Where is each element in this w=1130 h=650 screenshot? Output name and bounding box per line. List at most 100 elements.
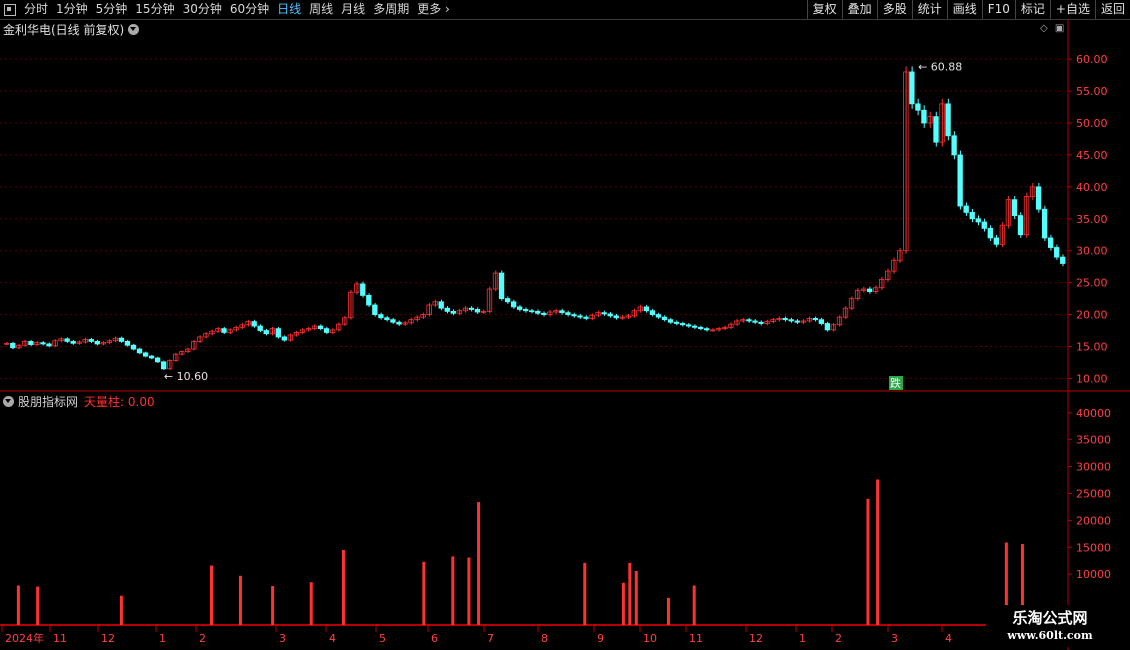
candle-body-164 bbox=[993, 237, 1000, 245]
vol-bar-0 bbox=[16, 585, 20, 625]
vol-bar-9 bbox=[451, 556, 455, 625]
toolbar-actions: 复权 叠加 多股 统计 画线 F10 标记 +自选 返回 bbox=[806, 0, 1130, 19]
vol-bar-19 bbox=[876, 479, 880, 625]
price-tick-label-6: 40.00 bbox=[1076, 181, 1108, 194]
price-tick-label-0: 10.00 bbox=[1076, 372, 1108, 385]
vol-bar-7 bbox=[341, 549, 345, 625]
price-tick-label-2: 20.00 bbox=[1076, 309, 1108, 322]
period-tabs: 分时 1分钟 5分钟 15分钟 30分钟 60分钟 日线 周线 月线 多周期 更多 › bbox=[0, 0, 454, 19]
candle-body-162 bbox=[981, 221, 987, 229]
period-tab-7[interactable]: 周线 bbox=[305, 0, 337, 19]
candle-body-151 bbox=[915, 103, 921, 111]
candle-body-158 bbox=[957, 154, 963, 207]
toolbar-action-5[interactable]: F10 bbox=[981, 0, 1015, 19]
period-tab-8[interactable]: 月线 bbox=[337, 0, 369, 19]
candle-body-93 bbox=[565, 312, 571, 315]
candle-body-26 bbox=[160, 361, 167, 370]
candle-body-134 bbox=[812, 317, 819, 321]
date-tick-label-3: 1 bbox=[159, 632, 166, 645]
candle-body-46 bbox=[281, 336, 288, 341]
window-icon[interactable] bbox=[4, 3, 16, 16]
candle-body-163 bbox=[987, 227, 993, 239]
candle-body-52 bbox=[317, 325, 324, 330]
price-tick-label-1: 15.00 bbox=[1076, 340, 1108, 353]
date-tick-label-12: 10 bbox=[643, 632, 657, 645]
period-tab-1[interactable]: 1分钟 bbox=[52, 0, 92, 19]
candle-body-143 bbox=[866, 288, 873, 292]
toolbar-action-6[interactable]: 标记 bbox=[1014, 0, 1050, 19]
candle-body-41 bbox=[251, 321, 257, 327]
candle-body-89 bbox=[541, 312, 547, 315]
vol-tick-label-0: 10000 bbox=[1076, 568, 1111, 581]
candle-body-63 bbox=[384, 317, 390, 321]
toolbar-action-3[interactable]: 统计 bbox=[911, 0, 947, 19]
candle-body-96 bbox=[583, 316, 589, 319]
candle-body-106 bbox=[643, 306, 650, 312]
period-tab-6[interactable]: 日线 bbox=[273, 0, 305, 19]
candle-body-22 bbox=[136, 348, 143, 354]
site-watermark: 乐淘公式网 www.60lt.com bbox=[986, 605, 1114, 647]
date-tick-label-4: 2 bbox=[199, 632, 206, 645]
period-tab-10[interactable]: 更多 › bbox=[413, 0, 454, 19]
watermark-logo-text: 乐淘公式网 bbox=[1012, 609, 1088, 627]
candle-body-72 bbox=[438, 301, 444, 309]
toolbar-action-8[interactable]: 返回 bbox=[1094, 0, 1130, 19]
candle-body-110 bbox=[667, 319, 674, 323]
date-tick-label-5: 3 bbox=[279, 632, 286, 645]
candle-body-159 bbox=[963, 205, 969, 213]
candle-body-73 bbox=[444, 307, 450, 312]
candle-body-25 bbox=[154, 357, 161, 363]
candle-body-43 bbox=[263, 330, 269, 335]
period-tab-3[interactable]: 15分钟 bbox=[131, 0, 178, 19]
candle-body-108 bbox=[655, 314, 662, 318]
candle-body-157 bbox=[951, 135, 957, 156]
candle-body-59 bbox=[360, 283, 366, 296]
candle-body-20 bbox=[124, 340, 131, 346]
kline-chart[interactable]: 10.00 15.00 20.00 25.00 30.00 35.00 40.00 45.00… bbox=[0, 20, 1130, 650]
candle-body-100 bbox=[607, 313, 613, 317]
candle-body-154 bbox=[933, 116, 939, 143]
toolbar-action-4[interactable]: 画线 bbox=[946, 0, 982, 19]
candle-body-77 bbox=[468, 307, 475, 310]
candle-body-11 bbox=[70, 340, 76, 344]
price-tick-label-4: 30.00 bbox=[1076, 245, 1108, 258]
price-tick-label-5: 35.00 bbox=[1076, 213, 1108, 226]
vol-bar-10 bbox=[467, 557, 471, 625]
period-tab-5[interactable]: 60分钟 bbox=[226, 0, 273, 19]
candle-body-150 bbox=[909, 71, 915, 105]
date-tick-label-8: 6 bbox=[431, 632, 438, 645]
candle-body-78 bbox=[474, 309, 481, 313]
candle-body-172 bbox=[1041, 208, 1048, 239]
candle-body-171 bbox=[1035, 186, 1042, 210]
period-tab-2[interactable]: 5分钟 bbox=[92, 0, 132, 19]
candle-body-112 bbox=[679, 323, 686, 326]
period-tab-9[interactable]: 多周期 bbox=[369, 0, 413, 19]
candle-body-175 bbox=[1060, 256, 1066, 264]
vol-bar-18 bbox=[866, 498, 870, 625]
vol-bar-13 bbox=[621, 582, 625, 625]
date-tick-label-9: 7 bbox=[487, 632, 494, 645]
candle-body-92 bbox=[559, 310, 565, 314]
candle-body-61 bbox=[372, 304, 378, 315]
period-tab-4[interactable]: 30分钟 bbox=[179, 0, 226, 19]
toolbar-action-1[interactable]: 叠加 bbox=[841, 0, 877, 19]
period-tab-0[interactable]: 分时 bbox=[20, 0, 52, 19]
candle-body-1 bbox=[10, 342, 16, 349]
candle-body-107 bbox=[649, 310, 656, 315]
candle-body-156 bbox=[945, 103, 951, 137]
candle-body-99 bbox=[601, 312, 607, 315]
toolbar-action-2[interactable]: 多股 bbox=[876, 0, 912, 19]
vol-tick-label-2: 20000 bbox=[1076, 514, 1111, 527]
toolbar-action-7[interactable]: +自选 bbox=[1049, 0, 1095, 19]
candle-body-160 bbox=[969, 212, 975, 220]
vol-bar-17 bbox=[692, 585, 696, 625]
date-tick-label-17: 3 bbox=[891, 632, 898, 645]
toolbar-action-0[interactable]: 复权 bbox=[806, 0, 842, 19]
vol-tick-label-1: 15000 bbox=[1076, 541, 1111, 554]
vol-tick-label-4: 30000 bbox=[1076, 461, 1111, 474]
candle-body-161 bbox=[975, 218, 981, 223]
candle-body-116 bbox=[704, 328, 710, 331]
candle-body-53 bbox=[323, 328, 330, 333]
vol-bar-8 bbox=[422, 561, 426, 625]
price-tick-label-3: 25.00 bbox=[1076, 277, 1108, 290]
